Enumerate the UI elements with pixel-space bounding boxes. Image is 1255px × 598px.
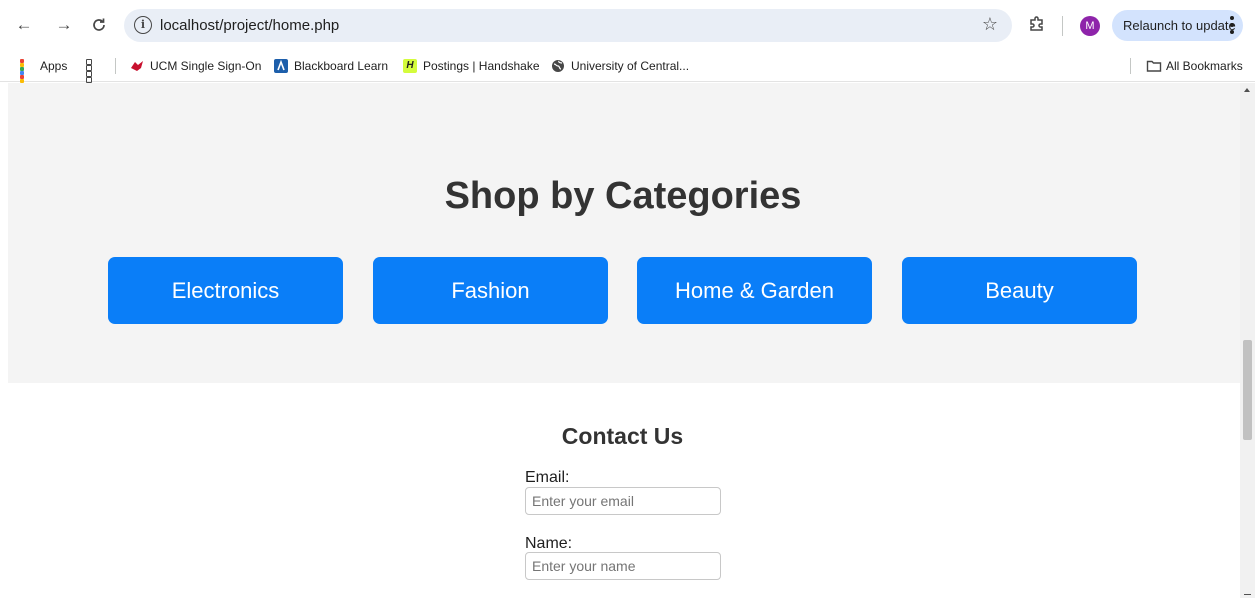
category-button-electronics[interactable]: Electronics <box>108 257 343 324</box>
profile-avatar[interactable]: M <box>1080 16 1100 36</box>
scroll-down-arrow-icon[interactable] <box>1244 594 1251 595</box>
scroll-up-arrow-icon[interactable] <box>1244 88 1250 92</box>
name-input[interactable] <box>525 552 721 580</box>
category-button-home-garden[interactable]: Home & Garden <box>637 257 872 324</box>
bookmarks-separator <box>115 58 116 74</box>
relaunch-button[interactable]: Relaunch to update <box>1112 10 1243 41</box>
bookmark-blackboard[interactable]: Blackboard Learn <box>274 57 388 75</box>
more-menu-icon[interactable] <box>1230 16 1234 34</box>
url-text[interactable]: localhost/project/home.php <box>160 17 339 34</box>
forward-arrow-icon[interactable]: → <box>52 13 76 37</box>
tab-groups-icon <box>86 59 100 83</box>
browser-toolbar: ← → i localhost/project/home.php ☆ M Rel… <box>0 0 1255 50</box>
back-arrow-icon[interactable]: ← <box>12 13 36 37</box>
apps-grid-icon <box>20 59 34 95</box>
email-label: Email: <box>525 469 570 486</box>
toolbar-separator <box>1062 16 1063 36</box>
all-bookmarks-label: All Bookmarks <box>1166 59 1243 73</box>
categories-title: Shop by Categories <box>444 175 802 217</box>
tab-groups-button[interactable] <box>86 57 106 83</box>
scrollbar-thumb[interactable] <box>1243 340 1252 440</box>
site-info-icon[interactable]: i <box>134 16 152 34</box>
bookmark-ucm-sso[interactable]: UCM Single Sign-On <box>130 57 261 75</box>
bookmark-handshake[interactable]: H Postings | Handshake <box>403 57 540 75</box>
name-label: Name: <box>525 535 573 552</box>
category-button-fashion[interactable]: Fashion <box>373 257 608 324</box>
email-input[interactable] <box>525 487 721 515</box>
ucm-mule-icon <box>130 59 144 73</box>
bookmarks-bar: Apps UCM Single Sign-On Blackboard Learn… <box>0 50 1255 95</box>
category-button-beauty[interactable]: Beauty <box>902 257 1137 324</box>
reload-icon[interactable] <box>87 13 111 37</box>
handshake-icon: H <box>403 59 417 73</box>
bookmark-apps-label: Apps <box>40 59 68 73</box>
relaunch-label: Relaunch to update <box>1123 18 1236 33</box>
extensions-puzzle-icon[interactable] <box>1028 15 1046 33</box>
bookmarks-separator-right <box>1130 58 1131 74</box>
bookmark-apps[interactable]: Apps <box>20 57 68 95</box>
bookmark-ucm-sso-label: UCM Single Sign-On <box>150 59 262 73</box>
categories-section: Shop by Categories Electronics Fashion H… <box>8 83 1240 383</box>
folder-icon <box>1146 59 1162 73</box>
bookmark-blackboard-label: Blackboard Learn <box>294 59 389 73</box>
globe-icon <box>551 59 565 73</box>
address-bar[interactable]: i localhost/project/home.php ☆ <box>124 9 1012 42</box>
bookmark-ucm-site[interactable]: University of Central... <box>551 57 689 75</box>
page-scrollbar[interactable] <box>1240 83 1255 598</box>
bookmark-ucm-site-label: University of Central... <box>571 59 690 73</box>
contact-title: Contact Us <box>561 423 684 449</box>
all-bookmarks-button[interactable]: All Bookmarks <box>1146 57 1243 75</box>
blackboard-icon <box>274 59 288 73</box>
bookmark-star-icon[interactable]: ☆ <box>982 14 998 35</box>
bookmark-handshake-label: Postings | Handshake <box>423 59 540 73</box>
